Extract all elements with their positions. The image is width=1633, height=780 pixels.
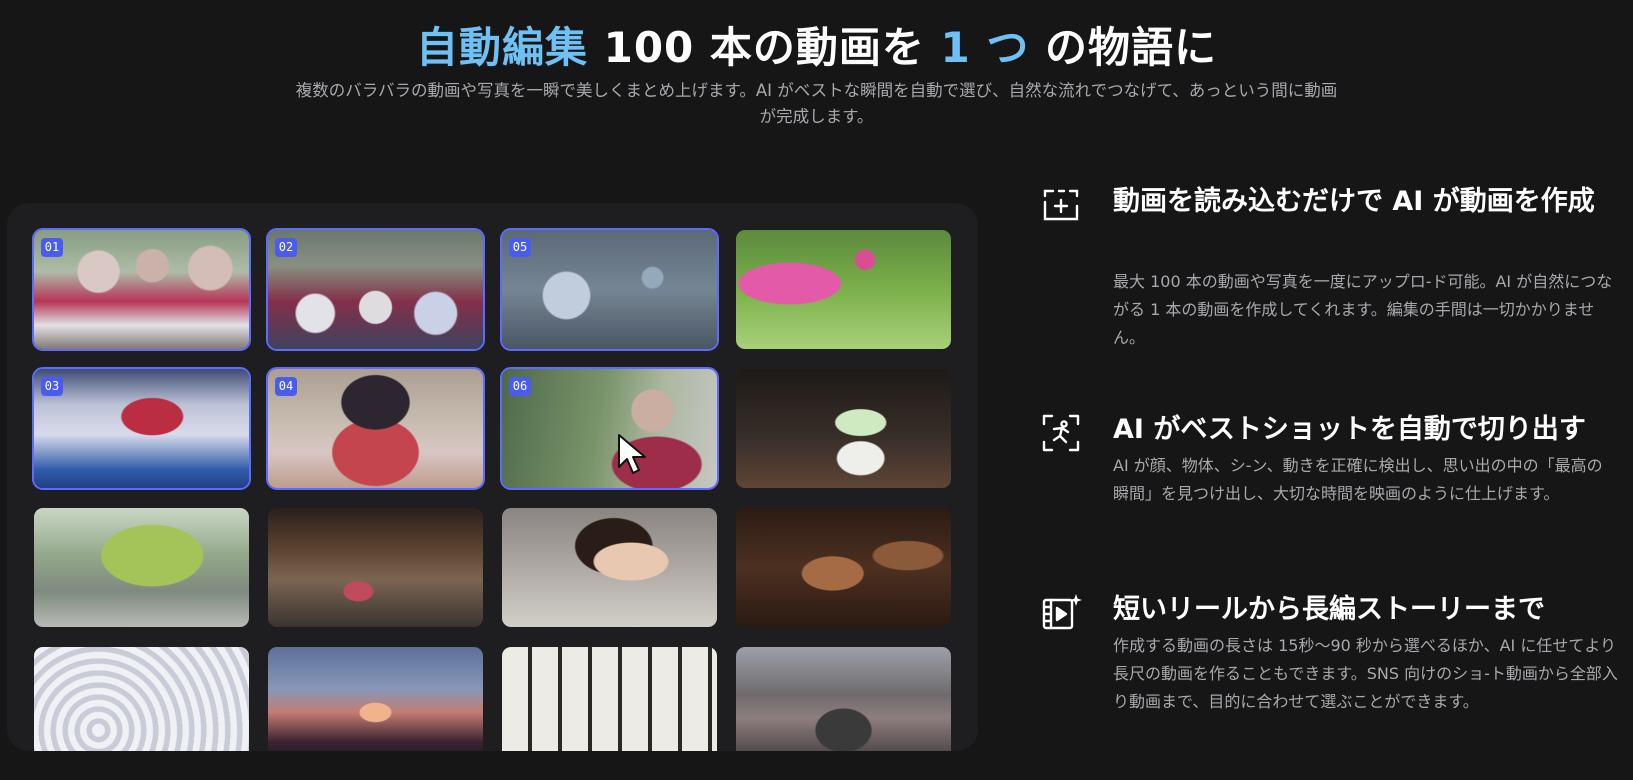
media-tile-street-food-stall[interactable] [266, 506, 485, 629]
media-tile-paper-lanterns-wall[interactable] [500, 645, 719, 751]
media-thumbnail [268, 369, 483, 488]
feature-title: AI がベストショットを自動で切り出す [1113, 414, 1586, 445]
media-thumbnail [502, 508, 717, 627]
media-thumbnail [34, 647, 249, 751]
media-thumbnail [268, 508, 483, 627]
media-tile-yukata-back-view[interactable]: 02 [266, 228, 485, 351]
media-thumbnail [34, 230, 249, 349]
best-shot-icon [1042, 414, 1080, 452]
media-tile-canal-cherry-trees[interactable] [734, 645, 953, 751]
feature-title: 動画を読み込むだけで AI が動画を作成 [1113, 186, 1595, 217]
media-thumbnail [502, 230, 717, 349]
hero-subtitle: 複数のバラバラの動画や写真を一瞬で美しくまとめ上げます。AI がベストな瞬間を自… [295, 81, 1338, 126]
selection-order-badge: 04 [275, 377, 297, 396]
media-tile-yukata-friends-walking[interactable]: 01 [32, 228, 251, 351]
media-thumbnail [736, 508, 951, 627]
feature-title: 短いリールから長編ストーリーまで [1113, 594, 1545, 625]
selection-order-badge: 03 [41, 377, 63, 396]
video-sparkle-icon [1042, 594, 1082, 630]
hero-title-accent-1: 自動編集 [415, 23, 588, 72]
media-gallery-panel: 01 02 05 03 04 06 [7, 203, 978, 751]
hero-title-accent-2: 1 つ [940, 23, 1030, 72]
selection-order-badge: 06 [509, 377, 531, 396]
media-grid: 01 02 05 03 04 06 [32, 228, 953, 751]
media-tile-ema-wooden-plaques[interactable] [734, 506, 953, 629]
media-tile-wind-chimes[interactable]: 05 [500, 228, 719, 351]
media-thumbnail [34, 369, 249, 488]
media-tile-lotus-flower[interactable] [734, 228, 953, 351]
media-thumbnail [502, 369, 717, 488]
media-thumbnail [268, 230, 483, 349]
media-tile-kakigori-flag[interactable]: 03 [32, 367, 251, 490]
selection-order-badge: 05 [509, 238, 531, 257]
media-thumbnail [268, 647, 483, 751]
media-tile-river-lanterns-dusk[interactable] [266, 645, 485, 751]
video-add-icon [1043, 189, 1079, 221]
selection-order-badge: 02 [275, 238, 297, 257]
feature-description: AI が顔、物体、シ-ン、動きを正確に検出し、思い出の中の「最高の瞬間」を見つけ… [1113, 456, 1603, 503]
mouse-cursor-icon [618, 434, 646, 474]
media-thumbnail [34, 508, 249, 627]
media-thumbnail [502, 647, 717, 751]
media-thumbnail [736, 369, 951, 488]
selection-order-badge: 01 [41, 238, 63, 257]
media-tile-woman-portrait[interactable] [500, 506, 719, 629]
hero-title-end: の物語に [1029, 23, 1218, 72]
media-thumbnail [736, 647, 951, 751]
media-tile-white-ornaments[interactable] [32, 645, 251, 751]
hero-title-mid: 100 本の動画を [587, 23, 941, 72]
hero-title: 自動編集 100 本の動画を 1 つ の物語に [0, 14, 1633, 75]
media-tile-yukata-woman-smiling[interactable]: 06 [500, 367, 719, 490]
media-tile-shaved-ice-cup[interactable] [734, 367, 953, 490]
feature-description: 最大 100 本の動画や写真を一度にアップロ-ド可能。AI が自然につながる 1… [1113, 272, 1613, 347]
feature-description: 作成する動画の長さは 15秒～90 秒から選べるほか、AI に任せてより長尺の動… [1113, 636, 1618, 711]
media-tile-willow-tree[interactable] [32, 506, 251, 629]
media-tile-eating-watermelon[interactable]: 04 [266, 367, 485, 490]
media-thumbnail [736, 230, 951, 349]
